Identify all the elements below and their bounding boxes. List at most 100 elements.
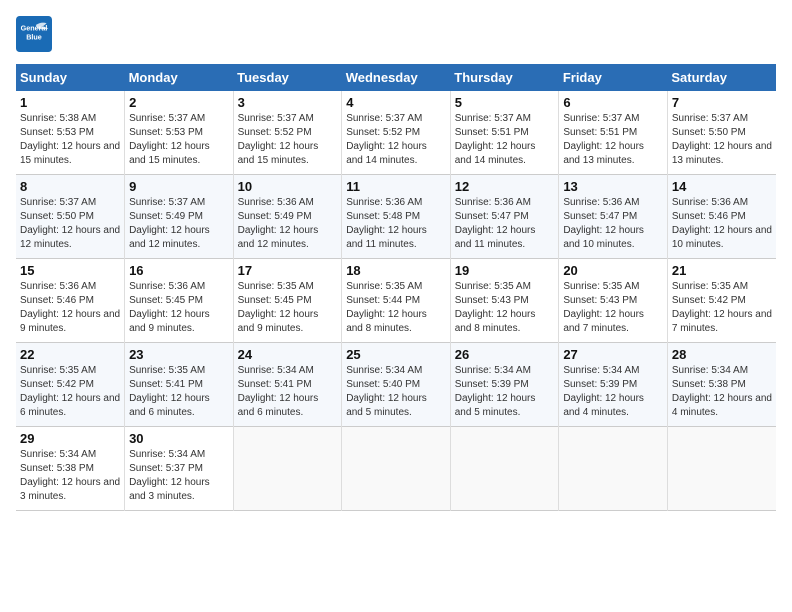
day-number: 4 bbox=[346, 95, 446, 110]
day-detail: Sunrise: 5:36 AMSunset: 5:48 PMDaylight:… bbox=[346, 196, 446, 252]
calendar-cell: 22 Sunrise: 5:35 AMSunset: 5:42 PMDayligh… bbox=[16, 343, 125, 427]
day-detail: Sunrise: 5:35 AMSunset: 5:42 PMDaylight:… bbox=[20, 364, 120, 420]
calendar-cell: 1 Sunrise: 5:38 AMSunset: 5:53 PMDaylight… bbox=[16, 91, 125, 175]
col-header-thursday: Thursday bbox=[450, 64, 559, 91]
day-detail: Sunrise: 5:36 AMSunset: 5:47 PMDaylight:… bbox=[455, 196, 555, 252]
day-number: 26 bbox=[455, 347, 555, 362]
day-number: 12 bbox=[455, 179, 555, 194]
day-detail: Sunrise: 5:36 AMSunset: 5:47 PMDaylight:… bbox=[563, 196, 663, 252]
day-detail: Sunrise: 5:35 AMSunset: 5:43 PMDaylight:… bbox=[455, 280, 555, 336]
day-detail: Sunrise: 5:35 AMSunset: 5:45 PMDaylight:… bbox=[238, 280, 338, 336]
calendar-cell: 17 Sunrise: 5:35 AMSunset: 5:45 PMDayligh… bbox=[233, 259, 342, 343]
calendar-cell: 19 Sunrise: 5:35 AMSunset: 5:43 PMDayligh… bbox=[450, 259, 559, 343]
calendar-week-row: 29 Sunrise: 5:34 AMSunset: 5:38 PMDayligh… bbox=[16, 427, 776, 511]
day-detail: Sunrise: 5:35 AMSunset: 5:42 PMDaylight:… bbox=[672, 280, 772, 336]
calendar-cell: 18 Sunrise: 5:35 AMSunset: 5:44 PMDayligh… bbox=[342, 259, 451, 343]
day-detail: Sunrise: 5:37 AMSunset: 5:53 PMDaylight:… bbox=[129, 112, 229, 168]
calendar-cell bbox=[667, 427, 776, 511]
calendar-cell: 30Sunrise: 5:34 AMSunset: 5:37 PMDayligh… bbox=[125, 427, 234, 511]
day-detail: Sunrise: 5:34 AMSunset: 5:38 PMDaylight:… bbox=[20, 448, 120, 504]
col-header-wednesday: Wednesday bbox=[342, 64, 451, 91]
day-number: 5 bbox=[455, 95, 555, 110]
day-number: 19 bbox=[455, 263, 555, 278]
day-number: 22 bbox=[20, 347, 120, 362]
day-detail: Sunrise: 5:36 AMSunset: 5:46 PMDaylight:… bbox=[672, 196, 772, 252]
calendar-cell: 26 Sunrise: 5:34 AMSunset: 5:39 PMDayligh… bbox=[450, 343, 559, 427]
calendar-cell: 5 Sunrise: 5:37 AMSunset: 5:51 PMDaylight… bbox=[450, 91, 559, 175]
calendar-cell: 29 Sunrise: 5:34 AMSunset: 5:38 PMDayligh… bbox=[16, 427, 125, 511]
day-number: 29 bbox=[20, 431, 120, 446]
day-number: 28 bbox=[672, 347, 772, 362]
day-number: 24 bbox=[238, 347, 338, 362]
day-number: 20 bbox=[563, 263, 663, 278]
calendar-cell: 12 Sunrise: 5:36 AMSunset: 5:47 PMDayligh… bbox=[450, 175, 559, 259]
day-number: 16 bbox=[129, 263, 229, 278]
day-number: 23 bbox=[129, 347, 229, 362]
day-number: 2 bbox=[129, 95, 229, 110]
calendar-cell: 24 Sunrise: 5:34 AMSunset: 5:41 PMDayligh… bbox=[233, 343, 342, 427]
day-detail: Sunrise: 5:37 AMSunset: 5:50 PMDaylight:… bbox=[672, 112, 772, 168]
day-detail: Sunrise: 5:37 AMSunset: 5:51 PMDaylight:… bbox=[455, 112, 555, 168]
day-number: 7 bbox=[672, 95, 772, 110]
day-number: 8 bbox=[20, 179, 120, 194]
day-number: 6 bbox=[563, 95, 663, 110]
day-number: 15 bbox=[20, 263, 120, 278]
calendar-week-row: 15 Sunrise: 5:36 AMSunset: 5:46 PMDayligh… bbox=[16, 259, 776, 343]
day-detail: Sunrise: 5:36 AMSunset: 5:49 PMDaylight:… bbox=[238, 196, 338, 252]
calendar-cell bbox=[559, 427, 668, 511]
col-header-sunday: Sunday bbox=[16, 64, 125, 91]
calendar-cell: 9 Sunrise: 5:37 AMSunset: 5:49 PMDaylight… bbox=[125, 175, 234, 259]
day-detail: Sunrise: 5:36 AMSunset: 5:45 PMDaylight:… bbox=[129, 280, 229, 336]
calendar-cell bbox=[342, 427, 451, 511]
day-detail: Sunrise: 5:35 AMSunset: 5:41 PMDaylight:… bbox=[129, 364, 229, 420]
day-detail: Sunrise: 5:38 AMSunset: 5:53 PMDaylight:… bbox=[20, 112, 120, 168]
day-number: 17 bbox=[238, 263, 338, 278]
day-number: 25 bbox=[346, 347, 446, 362]
calendar-week-row: 22 Sunrise: 5:35 AMSunset: 5:42 PMDayligh… bbox=[16, 343, 776, 427]
day-number: 11 bbox=[346, 179, 446, 194]
calendar-cell: 8Sunrise: 5:37 AMSunset: 5:50 PMDaylight… bbox=[16, 175, 125, 259]
day-detail: Sunrise: 5:34 AMSunset: 5:39 PMDaylight:… bbox=[563, 364, 663, 420]
calendar-cell: 2 Sunrise: 5:37 AMSunset: 5:53 PMDaylight… bbox=[125, 91, 234, 175]
day-number: 21 bbox=[672, 263, 772, 278]
day-number: 30 bbox=[129, 431, 229, 446]
day-detail: Sunrise: 5:34 AMSunset: 5:41 PMDaylight:… bbox=[238, 364, 338, 420]
calendar-cell bbox=[450, 427, 559, 511]
day-detail: Sunrise: 5:37 AMSunset: 5:52 PMDaylight:… bbox=[346, 112, 446, 168]
svg-text:Blue: Blue bbox=[26, 32, 42, 41]
logo-icon: General Blue bbox=[16, 16, 52, 52]
col-header-monday: Monday bbox=[125, 64, 234, 91]
day-detail: Sunrise: 5:34 AMSunset: 5:39 PMDaylight:… bbox=[455, 364, 555, 420]
calendar-cell: 21 Sunrise: 5:35 AMSunset: 5:42 PMDayligh… bbox=[667, 259, 776, 343]
logo: General Blue bbox=[16, 16, 56, 52]
day-detail: Sunrise: 5:35 AMSunset: 5:44 PMDaylight:… bbox=[346, 280, 446, 336]
day-detail: Sunrise: 5:37 AMSunset: 5:49 PMDaylight:… bbox=[129, 196, 229, 252]
day-number: 10 bbox=[238, 179, 338, 194]
day-detail: Sunrise: 5:34 AMSunset: 5:38 PMDaylight:… bbox=[672, 364, 772, 420]
day-number: 18 bbox=[346, 263, 446, 278]
calendar-cell: 25 Sunrise: 5:34 AMSunset: 5:40 PMDayligh… bbox=[342, 343, 451, 427]
calendar-cell: 11 Sunrise: 5:36 AMSunset: 5:48 PMDayligh… bbox=[342, 175, 451, 259]
calendar-cell: 27 Sunrise: 5:34 AMSunset: 5:39 PMDayligh… bbox=[559, 343, 668, 427]
calendar-cell: 16 Sunrise: 5:36 AMSunset: 5:45 PMDayligh… bbox=[125, 259, 234, 343]
day-number: 27 bbox=[563, 347, 663, 362]
calendar-cell: 14Sunrise: 5:36 AMSunset: 5:46 PMDayligh… bbox=[667, 175, 776, 259]
col-header-friday: Friday bbox=[559, 64, 668, 91]
day-number: 1 bbox=[20, 95, 120, 110]
col-header-saturday: Saturday bbox=[667, 64, 776, 91]
day-detail: Sunrise: 5:37 AMSunset: 5:51 PMDaylight:… bbox=[563, 112, 663, 168]
calendar-cell: 13 Sunrise: 5:36 AMSunset: 5:47 PMDayligh… bbox=[559, 175, 668, 259]
calendar-cell: 20 Sunrise: 5:35 AMSunset: 5:43 PMDayligh… bbox=[559, 259, 668, 343]
day-number: 9 bbox=[129, 179, 229, 194]
col-header-tuesday: Tuesday bbox=[233, 64, 342, 91]
calendar-cell: 23 Sunrise: 5:35 AMSunset: 5:41 PMDayligh… bbox=[125, 343, 234, 427]
day-detail: Sunrise: 5:36 AMSunset: 5:46 PMDaylight:… bbox=[20, 280, 120, 336]
day-detail: Sunrise: 5:34 AMSunset: 5:40 PMDaylight:… bbox=[346, 364, 446, 420]
day-detail: Sunrise: 5:35 AMSunset: 5:43 PMDaylight:… bbox=[563, 280, 663, 336]
day-number: 13 bbox=[563, 179, 663, 194]
calendar-cell: 6 Sunrise: 5:37 AMSunset: 5:51 PMDaylight… bbox=[559, 91, 668, 175]
calendar-week-row: 8Sunrise: 5:37 AMSunset: 5:50 PMDaylight… bbox=[16, 175, 776, 259]
day-detail: Sunrise: 5:37 AMSunset: 5:52 PMDaylight:… bbox=[238, 112, 338, 168]
calendar-cell: 3Sunrise: 5:37 AMSunset: 5:52 PMDaylight… bbox=[233, 91, 342, 175]
calendar-cell: 10 Sunrise: 5:36 AMSunset: 5:49 PMDayligh… bbox=[233, 175, 342, 259]
